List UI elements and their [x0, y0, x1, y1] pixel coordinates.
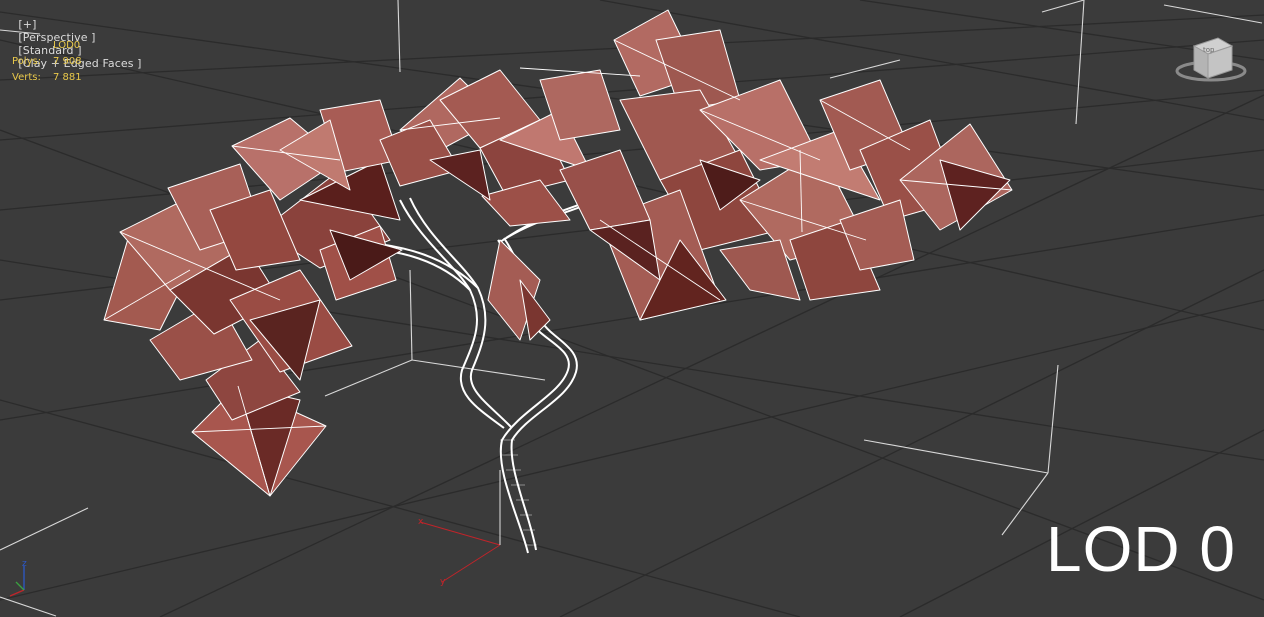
- scene-statistics: LOD0 Polys: 7 908 Verts: 7 881: [12, 38, 82, 86]
- tree-foliage[interactable]: [103, 9, 1013, 497]
- polys-value: 7 908: [53, 56, 82, 67]
- world-x-label: x: [418, 517, 424, 527]
- axis-gizmo-icon: z: [9, 559, 27, 597]
- world-y-label: y: [440, 577, 446, 587]
- gizmo-z-label: z: [22, 559, 27, 569]
- verts-label: Verts:: [12, 72, 41, 83]
- verts-value: 7 881: [53, 72, 82, 83]
- world-origin-axes: x y: [418, 470, 501, 587]
- viewcube-icon[interactable]: top: [1172, 34, 1250, 88]
- viewcube-face-label: top: [1203, 46, 1215, 54]
- viewport-menu-button[interactable]: [+]: [18, 18, 36, 31]
- perspective-viewport[interactable]: x y z [+] [Perspective] [Standard] [Cl…: [0, 0, 1264, 617]
- polys-label: Polys:: [12, 56, 42, 67]
- lod-overlay-text: LOD 0: [1046, 513, 1236, 585]
- stats-title: LOD0: [53, 40, 81, 51]
